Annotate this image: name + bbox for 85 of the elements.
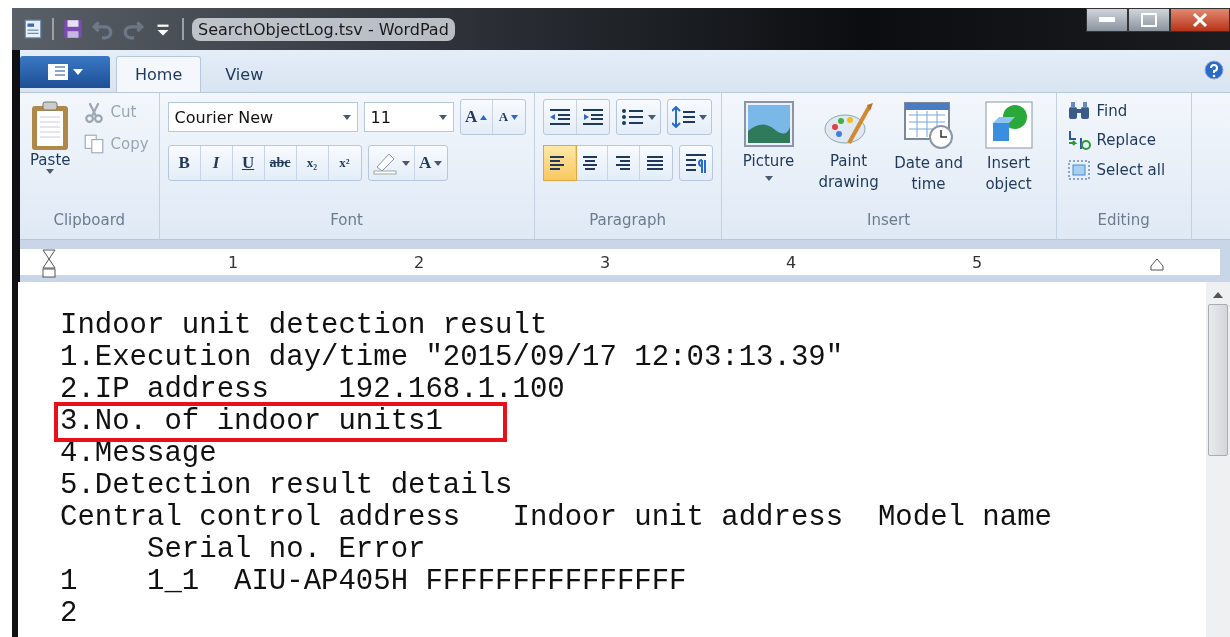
insert-datetime-button[interactable]: Date and time [889,99,968,211]
bold-button[interactable]: B [168,146,201,180]
palette-icon [822,101,875,147]
italic-button[interactable]: I [200,146,233,180]
close-icon [1192,13,1208,27]
landscape-picture-icon [743,101,794,147]
application-menu-button[interactable] [20,56,110,88]
insert-object-button[interactable]: Insert object [969,99,1048,211]
document-icon[interactable] [22,18,44,40]
underline-button[interactable]: U [232,146,265,180]
highlighter-icon [372,151,399,175]
text-line: 2 [59,598,79,630]
paragraph-icon [683,152,708,174]
group-label: Insert [866,211,912,231]
font-color-button[interactable]: A [414,146,447,180]
help-icon[interactable] [1204,60,1224,80]
close-button[interactable] [1170,8,1230,32]
ruler-number: 5 [970,252,984,272]
minimize-button[interactable] [1086,8,1128,32]
calendar-clock-icon [902,101,955,149]
paste-button[interactable]: Paste [28,99,73,211]
insert-picture-button[interactable]: Picture [729,99,808,211]
align-justify-icon [645,154,666,172]
insert-paint-button[interactable]: Paint drawing [809,99,888,211]
font-size-field[interactable]: 11 [363,102,454,132]
dropdown-arrow-icon [73,69,83,75]
sup-button[interactable]: x² [328,146,361,180]
replace-button[interactable]: Replace [1064,127,1168,153]
dropdown-arrow-icon [438,114,447,120]
text-line: 4.Message [59,438,218,470]
ruler-number: 1 [226,252,240,272]
selectall-button[interactable]: Select all [1064,157,1168,183]
binoculars-icon [1066,101,1091,121]
window-title: SearchObjectLog.tsv - WordPad [192,17,455,41]
ribbon-tab[interactable]: Home [116,56,202,92]
ruler-number: 3 [598,252,612,272]
strike-button[interactable]: abc [264,146,297,180]
group-label: Clipboard [52,211,127,231]
text-line: Serial no. Error [146,534,427,566]
dropdown-arrow-icon [434,160,443,166]
clipboard-icon [30,101,71,151]
copy-icon [82,133,105,155]
font-name-field[interactable]: Courier New [167,102,358,132]
scroll-thumb[interactable] [1208,304,1228,456]
maximize-icon [1141,13,1157,27]
bullet-list-icon [620,107,645,127]
ribbon-tab[interactable]: View [207,56,282,92]
menu-icon [47,63,69,81]
scroll-up-icon[interactable] [1213,290,1223,298]
down-arrow-icon [511,114,519,120]
group-label: Paragraph [588,211,667,231]
text-line: 1 1_1 AIU-AP405H FFFFFFFFFFFFFFF [59,566,688,598]
find-button[interactable]: Find [1064,99,1168,123]
dropdown-arrow-icon [647,114,656,120]
scissors-icon [82,101,105,123]
align-left-button[interactable] [543,146,576,180]
sub-button[interactable]: x₂ [296,146,329,180]
up-arrow-icon [480,114,488,120]
dropdown-arrow-icon [401,160,410,166]
save-icon[interactable] [62,18,84,40]
text-line: 1.Execution day/time "2015/09/17 12:03:13.39" [59,342,845,374]
outdent-icon [547,107,572,127]
right-indent-marker-icon[interactable] [1150,257,1164,271]
select-all-icon [1066,159,1091,181]
text-line: Indoor unit detection result [59,310,549,342]
text-line: 2.IP address 192.168.1.100 [59,374,566,406]
shrink-font-button[interactable]: A [492,100,525,134]
line-spacing-icon [671,106,696,128]
dropdown-arrow-icon [46,169,55,174]
ruler-number: 2 [412,252,426,272]
minimize-icon [1099,17,1115,23]
text-line: 5.Detection result details [59,470,514,502]
indent-icon [580,107,605,127]
indent-marker-icon[interactable] [42,249,56,279]
text-line: Central control address Indoor unit address Model name [59,502,1053,534]
maximize-button[interactable] [1128,8,1170,32]
grow-font-button[interactable]: A [460,100,493,134]
group-label: Font [329,211,364,231]
scrollbar[interactable] [1206,282,1230,637]
dropdown-arrow-icon [764,176,773,181]
dropdown-arrow-icon [342,114,351,120]
replace-icon [1066,129,1091,151]
dropdown-arrow-icon [698,114,707,120]
ruler-number: 4 [784,252,798,272]
group-label: Editing [1096,211,1151,231]
